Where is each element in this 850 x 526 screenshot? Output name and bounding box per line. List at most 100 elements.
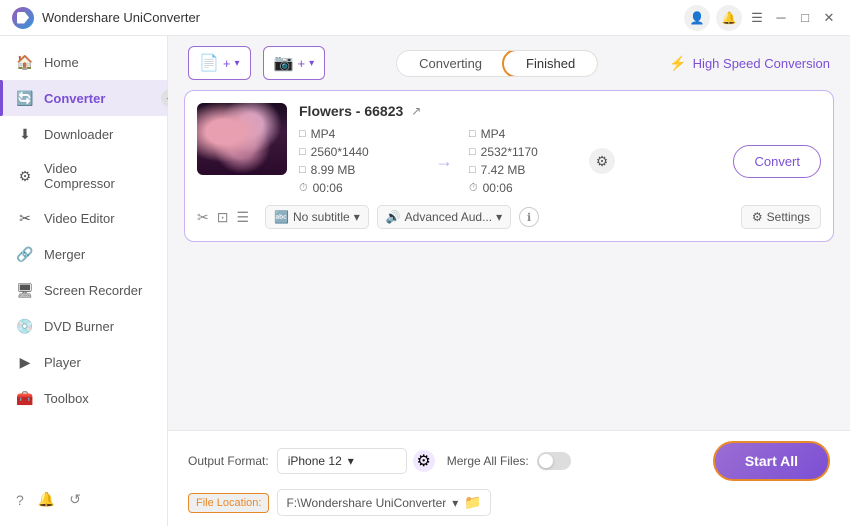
sidebar: 🏠 Home 🔄 Converter ◀ ⬇ Downloader ⚙ Vide… bbox=[0, 36, 168, 526]
sidebar-item-player-label: Player bbox=[44, 355, 81, 370]
source-duration-item: ⏱ 00:06 bbox=[299, 181, 419, 195]
minimize-button[interactable]: ─ bbox=[772, 9, 790, 27]
duration-icon: ⏱ bbox=[299, 182, 308, 195]
subtitle-value: No subtitle bbox=[293, 210, 350, 224]
sidebar-item-toolbox[interactable]: 🧰 Toolbox bbox=[0, 380, 167, 416]
audio-chevron: ▾ bbox=[496, 210, 502, 224]
toolbar: 📄 + ▾ 📷 + ▾ Converting Finished ⚡ High S… bbox=[168, 36, 850, 90]
edit-settings-icon-button[interactable]: ⚙ bbox=[589, 148, 615, 174]
sidebar-item-home[interactable]: 🏠 Home bbox=[0, 44, 167, 80]
app-logo bbox=[12, 7, 34, 29]
file-card-top: Flowers - 66823 ↗ □ MP4 □ bbox=[197, 103, 821, 195]
toggle-knob bbox=[539, 454, 553, 468]
sidebar-item-downloader[interactable]: ⬇ Downloader bbox=[0, 116, 167, 152]
file-path-display: F:\Wondershare UniConverter ▾ 📁 bbox=[277, 489, 490, 516]
external-link-icon[interactable]: ↗ bbox=[411, 104, 421, 118]
file-path-chevron[interactable]: ▾ bbox=[452, 496, 458, 510]
main-layout: 🏠 Home 🔄 Converter ◀ ⬇ Downloader ⚙ Vide… bbox=[0, 36, 850, 526]
home-icon: 🏠 bbox=[16, 53, 34, 71]
notification-bottom-icon[interactable]: 🔔 bbox=[38, 491, 55, 508]
sidebar-bottom: ? 🔔 ↺ bbox=[0, 481, 167, 518]
tab-finished[interactable]: Finished bbox=[502, 50, 598, 77]
sidebar-item-merger[interactable]: 🔗 Merger bbox=[0, 236, 167, 272]
camera-chevron: ▾ bbox=[309, 58, 314, 69]
tab-converting[interactable]: Converting bbox=[397, 51, 504, 76]
size-icon: □ bbox=[299, 164, 306, 176]
toolbar-left: 📄 + ▾ 📷 + ▾ bbox=[188, 46, 325, 80]
start-all-button[interactable]: Start All bbox=[713, 441, 830, 481]
scissors-icon[interactable]: ✂ bbox=[197, 209, 209, 226]
folder-open-icon[interactable]: 📁 bbox=[464, 494, 481, 511]
target-duration-icon: ⏱ bbox=[469, 182, 478, 195]
source-meta-block: □ MP4 □ 2560*1440 □ 8.99 MB bbox=[299, 127, 419, 195]
target-format: MP4 bbox=[481, 127, 506, 141]
convert-button[interactable]: Convert bbox=[733, 145, 821, 178]
dvd-burner-icon: 💿 bbox=[16, 317, 34, 335]
merge-files-toggle[interactable] bbox=[537, 452, 571, 470]
add-files-button[interactable]: 📄 + ▾ bbox=[188, 46, 251, 80]
source-size-item: □ 8.99 MB bbox=[299, 163, 419, 177]
merge-files-label: Merge All Files: bbox=[447, 454, 529, 468]
close-button[interactable]: ✕ bbox=[820, 9, 838, 27]
sidebar-item-video-compressor[interactable]: ⚙ Video Compressor bbox=[0, 152, 167, 200]
copy-icon[interactable]: ⊡ bbox=[217, 209, 229, 226]
file-path-text: F:\Wondershare UniConverter bbox=[286, 496, 446, 510]
output-format-label: Output Format: bbox=[188, 454, 269, 468]
toolbox-icon: 🧰 bbox=[16, 389, 34, 407]
settings-gear-icon: ⚙ bbox=[752, 210, 763, 224]
title-bar-right: 👤 🔔 ☰ ─ □ ✕ bbox=[684, 5, 838, 31]
sidebar-item-video-editor[interactable]: ✂ Video Editor bbox=[0, 200, 167, 236]
title-bar-left: Wondershare UniConverter bbox=[12, 7, 200, 29]
menu-icon-button[interactable]: ☰ bbox=[748, 9, 766, 27]
editor-icon: ✂ bbox=[16, 209, 34, 227]
target-format-icon: □ bbox=[469, 128, 476, 140]
subtitle-chevron: ▾ bbox=[354, 210, 360, 224]
subtitle-select-button[interactable]: 🔤 No subtitle ▾ bbox=[265, 205, 369, 229]
refresh-icon[interactable]: ↺ bbox=[69, 491, 81, 508]
audio-select-button[interactable]: 🔊 Advanced Aud... ▾ bbox=[377, 205, 511, 229]
merge-files-control: Merge All Files: bbox=[447, 452, 571, 470]
sidebar-item-player[interactable]: ▶ Player bbox=[0, 344, 167, 380]
sidebar-item-converter[interactable]: 🔄 Converter ◀ bbox=[0, 80, 167, 116]
output-format-chevron: ▾ bbox=[348, 454, 354, 468]
file-card: Flowers - 66823 ↗ □ MP4 □ bbox=[184, 90, 834, 242]
format-icon: □ bbox=[299, 128, 306, 140]
camera-icon: 📷 bbox=[274, 53, 294, 73]
bottom-bar: Output Format: iPhone 12 ▾ ⚙ Merge All F… bbox=[168, 430, 850, 526]
format-settings-icon[interactable]: ⚙ bbox=[413, 450, 435, 472]
audio-value: Advanced Aud... bbox=[405, 210, 492, 224]
file-thumbnail bbox=[197, 103, 287, 175]
help-icon[interactable]: ? bbox=[16, 492, 24, 508]
sidebar-item-home-label: Home bbox=[44, 55, 79, 70]
source-format: MP4 bbox=[311, 127, 336, 141]
list-icon[interactable]: ☰ bbox=[236, 209, 249, 226]
settings-button[interactable]: ⚙ Settings bbox=[741, 205, 821, 229]
bottom-bar-inner: Output Format: iPhone 12 ▾ ⚙ Merge All F… bbox=[188, 441, 830, 516]
settings-label: Settings bbox=[767, 210, 810, 224]
target-size-item: □ 7.42 MB bbox=[469, 163, 589, 177]
resolution-icon: □ bbox=[299, 146, 306, 158]
title-bar: Wondershare UniConverter 👤 🔔 ☰ ─ □ ✕ bbox=[0, 0, 850, 36]
bottom-row1: Output Format: iPhone 12 ▾ ⚙ Merge All F… bbox=[188, 441, 830, 481]
user-icon-button[interactable]: 👤 bbox=[684, 5, 710, 31]
sidebar-item-dvd-burner[interactable]: 💿 DVD Burner bbox=[0, 308, 167, 344]
thumbnail-flowers bbox=[197, 103, 287, 175]
add-files-label: + bbox=[223, 56, 231, 71]
file-meta-row: □ MP4 □ 2560*1440 □ 8.99 MB bbox=[299, 127, 821, 195]
file-location-label[interactable]: File Location: bbox=[188, 493, 269, 513]
info-button[interactable]: ℹ bbox=[519, 207, 539, 227]
sidebar-item-merger-label: Merger bbox=[44, 247, 85, 262]
sidebar-item-screen-recorder[interactable]: 🖥 Screen Recorder bbox=[0, 272, 167, 308]
converter-icon: 🔄 bbox=[16, 89, 34, 107]
target-resolution: 2532*1170 bbox=[481, 145, 538, 159]
source-resolution: 2560*1440 bbox=[311, 145, 369, 159]
file-card-info: Flowers - 66823 ↗ □ MP4 □ bbox=[299, 103, 821, 195]
target-meta-block: □ MP4 □ 2532*1170 □ 7.42 MB bbox=[469, 127, 589, 195]
add-camera-button[interactable]: 📷 + ▾ bbox=[263, 46, 326, 80]
source-format-item: □ MP4 bbox=[299, 127, 419, 141]
output-format-select[interactable]: iPhone 12 ▾ bbox=[277, 448, 407, 474]
target-format-item: □ MP4 bbox=[469, 127, 589, 141]
maximize-button[interactable]: □ bbox=[796, 9, 814, 27]
notification-icon-button[interactable]: 🔔 bbox=[716, 5, 742, 31]
add-files-chevron: ▾ bbox=[235, 58, 240, 69]
